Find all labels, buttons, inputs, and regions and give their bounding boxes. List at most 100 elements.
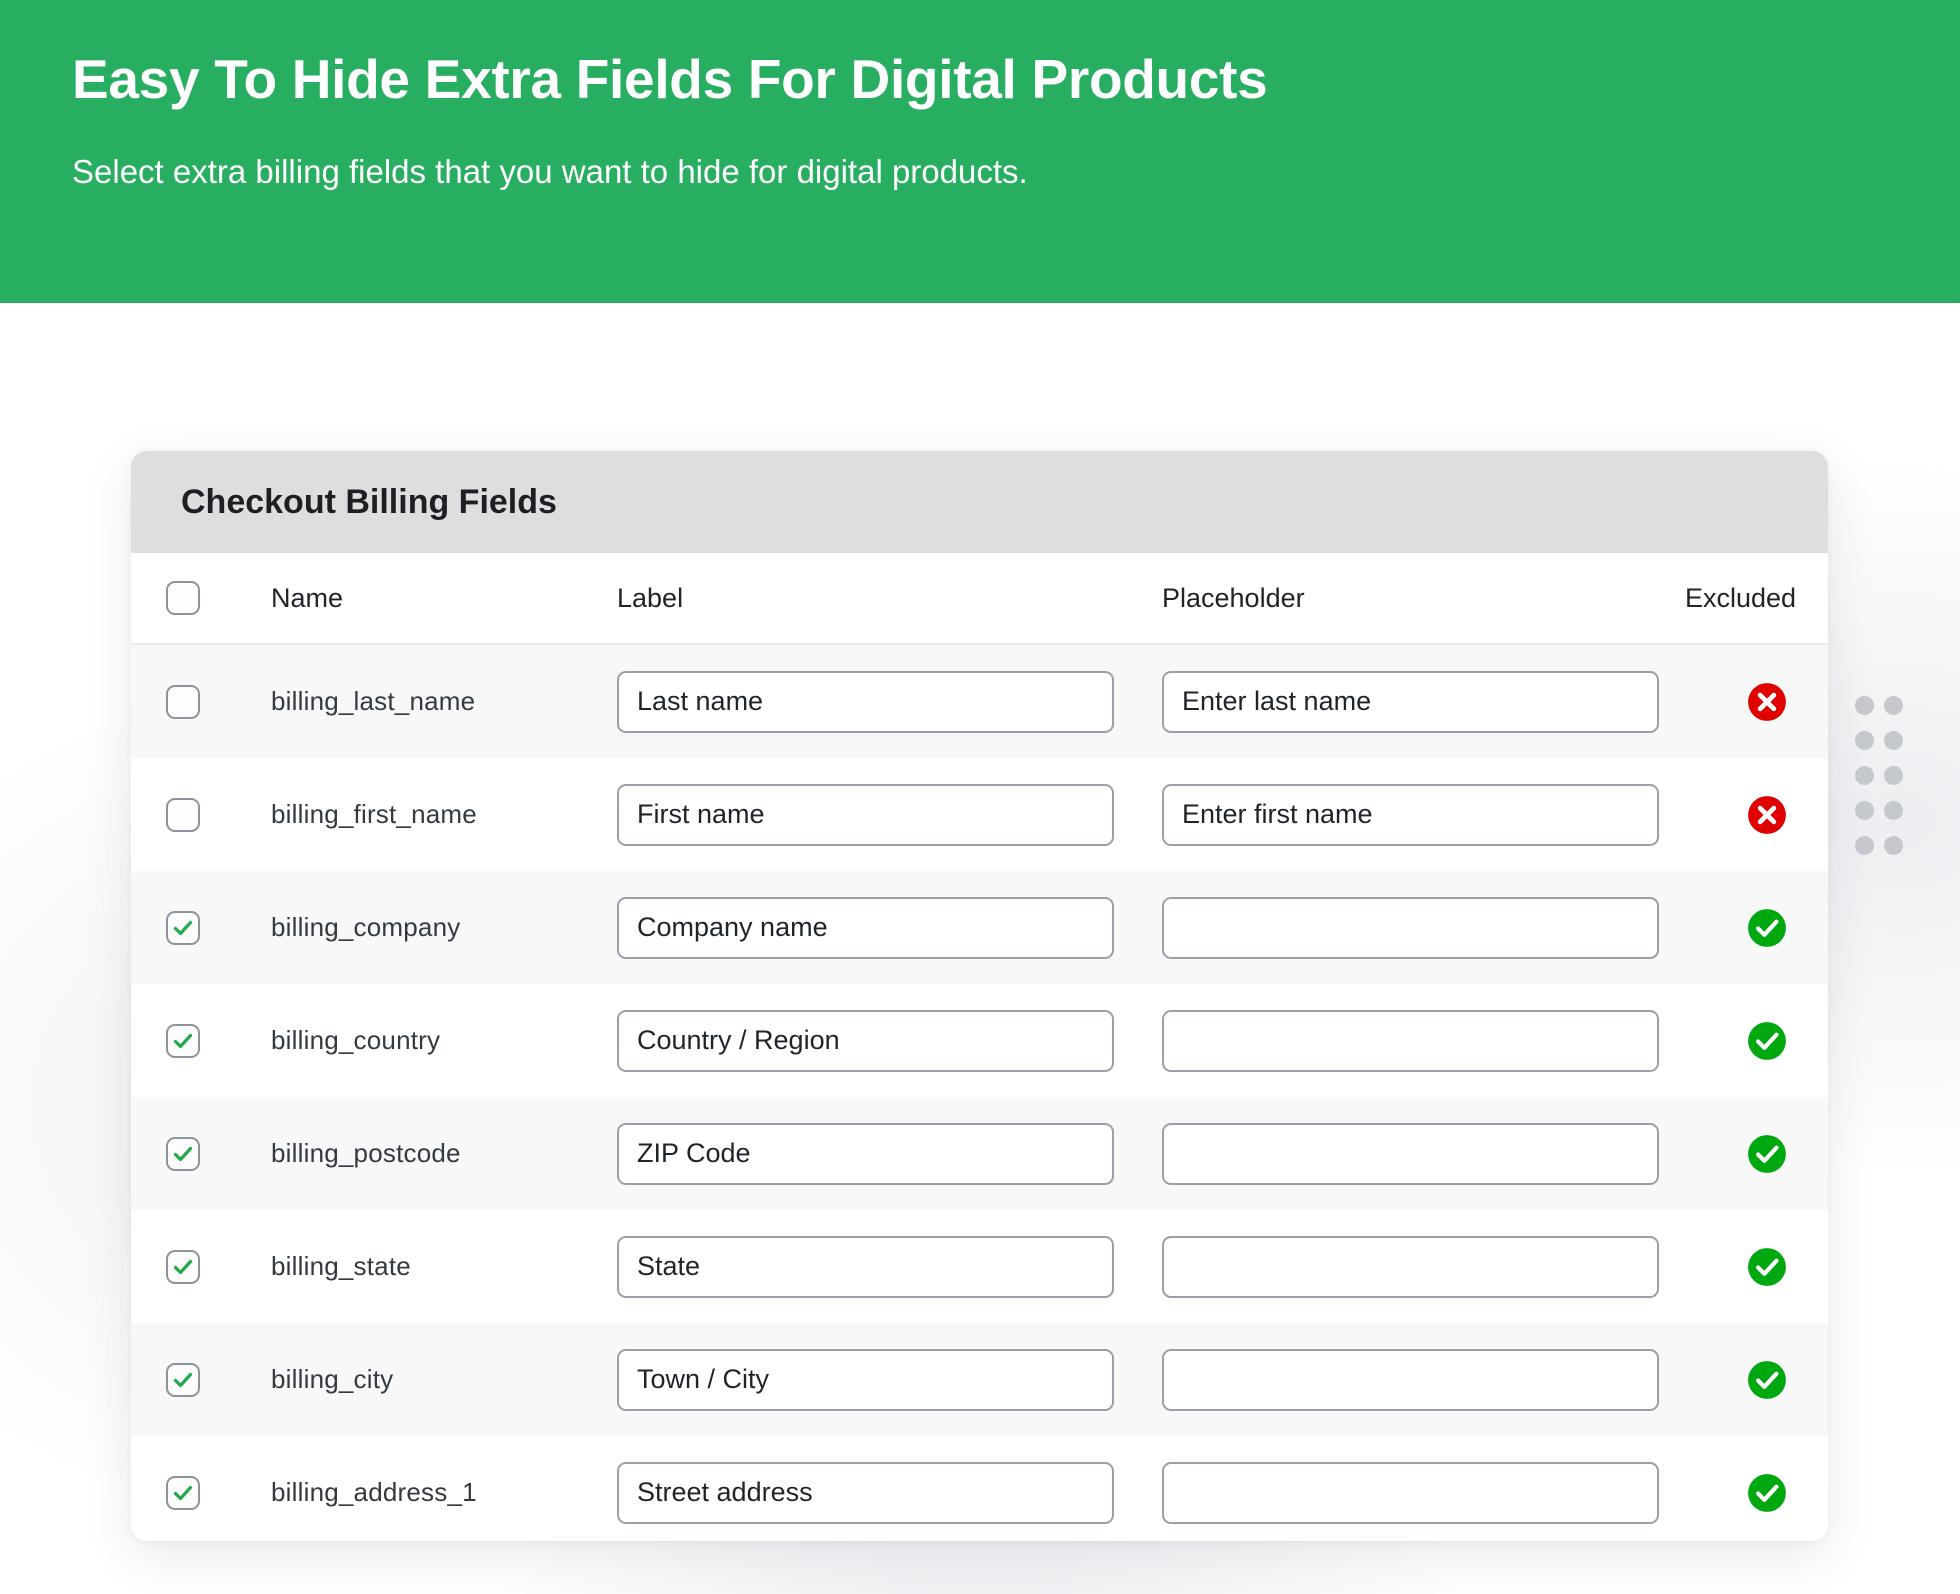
row-checkbox[interactable] xyxy=(166,797,200,832)
row-select-cell xyxy=(131,1136,235,1171)
row-select-cell xyxy=(131,684,235,719)
column-header-name: Name xyxy=(235,583,595,614)
decoration-dot xyxy=(1855,766,1874,785)
field-name-cell: billing_country xyxy=(235,1025,595,1056)
excluded-status-cell xyxy=(1685,1020,1828,1062)
green-check-circle-icon[interactable] xyxy=(1746,1020,1788,1062)
select-all-checkbox[interactable] xyxy=(166,581,200,615)
checkout-billing-fields-card: Checkout Billing Fields Name Label Placeho… xyxy=(131,451,1828,1541)
field-label-input[interactable] xyxy=(617,783,1114,846)
field-label-cell xyxy=(595,896,1140,959)
field-placeholder-input[interactable] xyxy=(1162,670,1659,733)
field-placeholder-input[interactable] xyxy=(1162,1122,1659,1185)
field-name-cell: billing_postcode xyxy=(235,1138,595,1169)
decoration-dot xyxy=(1884,766,1903,785)
row-select-cell xyxy=(131,1249,235,1284)
table-row: billing_state xyxy=(131,1210,1828,1323)
green-check-circle-icon[interactable] xyxy=(1746,907,1788,949)
green-check-circle-icon[interactable] xyxy=(1746,1246,1788,1288)
row-checkbox[interactable] xyxy=(166,1362,200,1397)
field-label-input[interactable] xyxy=(617,1461,1114,1524)
field-name-cell: billing_first_name xyxy=(235,799,595,830)
excluded-status-cell xyxy=(1685,1133,1828,1175)
field-placeholder-cell xyxy=(1140,1122,1685,1185)
field-label-input[interactable] xyxy=(617,896,1114,959)
decoration-dot xyxy=(1855,731,1874,750)
row-checkbox[interactable] xyxy=(166,1136,200,1171)
select-all-cell xyxy=(131,581,235,615)
field-name-text: billing_postcode xyxy=(271,1138,461,1168)
field-label-cell xyxy=(595,1348,1140,1411)
row-checkbox[interactable] xyxy=(166,1249,200,1284)
table-row: billing_last_name xyxy=(131,645,1828,758)
field-name-text: billing_first_name xyxy=(271,799,477,829)
field-name-cell: billing_city xyxy=(235,1364,595,1395)
row-checkbox[interactable] xyxy=(166,684,200,719)
field-name-cell: billing_company xyxy=(235,912,595,943)
field-placeholder-input[interactable] xyxy=(1162,1235,1659,1298)
dot-grid-decoration xyxy=(1855,696,1913,871)
table-header-row: Name Label Placeholder Excluded xyxy=(131,553,1828,645)
field-placeholder-cell xyxy=(1140,1461,1685,1524)
field-label-input[interactable] xyxy=(617,1235,1114,1298)
table-row: billing_company xyxy=(131,871,1828,984)
green-check-circle-icon[interactable] xyxy=(1746,1133,1788,1175)
column-header-excluded: Excluded xyxy=(1685,583,1828,614)
row-checkbox[interactable] xyxy=(166,910,200,945)
decoration-dot xyxy=(1884,731,1903,750)
field-placeholder-input[interactable] xyxy=(1162,1009,1659,1072)
table-row: billing_address_1 xyxy=(131,1436,1828,1541)
decoration-dot xyxy=(1884,836,1903,855)
field-name-text: billing_state xyxy=(271,1251,411,1281)
field-name-text: billing_address_1 xyxy=(271,1477,477,1507)
field-placeholder-cell xyxy=(1140,783,1685,846)
field-label-input[interactable] xyxy=(617,1009,1114,1072)
decoration-dot xyxy=(1855,836,1874,855)
column-header-label-excluded: Excluded xyxy=(1685,582,1797,613)
row-select-cell xyxy=(131,910,235,945)
table-row: billing_city xyxy=(131,1323,1828,1436)
page-body: Checkout Billing Fields Name Label Placeho… xyxy=(0,303,1960,1594)
field-name-text: billing_city xyxy=(271,1364,394,1394)
green-check-circle-icon[interactable] xyxy=(1746,1359,1788,1401)
field-label-cell xyxy=(595,670,1140,733)
column-header-placeholder: Placeholder xyxy=(1140,583,1685,614)
field-placeholder-input[interactable] xyxy=(1162,783,1659,846)
red-x-circle-icon[interactable] xyxy=(1746,794,1788,836)
excluded-status-cell xyxy=(1685,681,1828,723)
field-name-cell: billing_address_1 xyxy=(235,1477,595,1508)
row-checkbox[interactable] xyxy=(166,1475,200,1510)
field-placeholder-cell xyxy=(1140,1009,1685,1072)
page-subtitle: Select extra billing fields that you wan… xyxy=(72,153,1028,191)
billing-fields-table: Name Label Placeholder Excluded billing_last… xyxy=(131,553,1828,1541)
row-select-cell xyxy=(131,1023,235,1058)
field-label-cell xyxy=(595,1009,1140,1072)
field-label-input[interactable] xyxy=(617,670,1114,733)
field-label-cell xyxy=(595,1235,1140,1298)
decoration-dot xyxy=(1884,801,1903,820)
red-x-circle-icon[interactable] xyxy=(1746,681,1788,723)
hero-banner: Easy To Hide Extra Fields For Digital Pr… xyxy=(0,0,1960,303)
card-header: Checkout Billing Fields xyxy=(131,451,1828,553)
field-placeholder-cell xyxy=(1140,670,1685,733)
field-name-text: billing_company xyxy=(271,912,461,942)
green-check-circle-icon[interactable] xyxy=(1746,1472,1788,1514)
table-row: billing_country xyxy=(131,984,1828,1097)
field-label-cell xyxy=(595,1461,1140,1524)
card-header-title: Checkout Billing Fields xyxy=(181,482,557,521)
excluded-status-cell xyxy=(1685,794,1828,836)
field-name-cell: billing_state xyxy=(235,1251,595,1282)
field-placeholder-input[interactable] xyxy=(1162,1461,1659,1524)
excluded-status-cell xyxy=(1685,1472,1828,1514)
field-label-cell xyxy=(595,783,1140,846)
decoration-dot xyxy=(1855,696,1874,715)
decoration-dot xyxy=(1884,696,1903,715)
field-label-input[interactable] xyxy=(617,1122,1114,1185)
row-checkbox[interactable] xyxy=(166,1023,200,1058)
column-header-label-label: Label xyxy=(617,582,684,613)
field-placeholder-input[interactable] xyxy=(1162,1348,1659,1411)
field-name-text: billing_country xyxy=(271,1025,441,1055)
field-name-cell: billing_last_name xyxy=(235,686,595,717)
field-label-input[interactable] xyxy=(617,1348,1114,1411)
field-placeholder-input[interactable] xyxy=(1162,896,1659,959)
